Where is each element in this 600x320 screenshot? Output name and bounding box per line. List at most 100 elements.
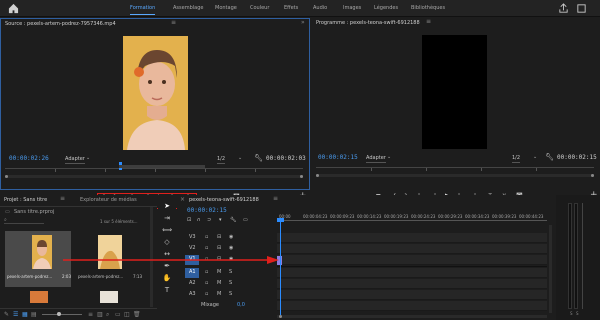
lock-icon[interactable]: ▫ [205,234,208,240]
timeline-horizontal-scrollbar[interactable] [277,315,547,318]
tab-audio[interactable]: Audio [313,5,327,11]
source-inout-range[interactable] [119,165,205,168]
tab-legendes[interactable]: Légendes [374,5,398,11]
captions-icon[interactable]: ▭ [243,217,248,223]
sort-icon[interactable]: ≡ [88,311,93,318]
wrench-icon[interactable]: 🔧︎ [545,153,554,161]
panel-menu-icon[interactable]: ≡ [171,19,176,26]
nest-icon[interactable]: ⊡ [187,217,191,223]
playhead[interactable] [280,220,281,316]
track-label: V2 [189,245,196,251]
wrench-icon[interactable]: 🔧︎ [230,217,236,223]
solo-label[interactable]: S [229,280,232,286]
tab-couleur[interactable]: Couleur [250,5,269,11]
track-lane[interactable] [277,301,547,311]
type-icon[interactable]: T [162,285,172,295]
source-time-ruler[interactable] [5,168,303,173]
track-lane[interactable] [277,233,547,243]
selection-tool-icon[interactable]: ➤ [162,201,172,211]
project-item-selected[interactable]: pexels-artem-podrez... 2:03 [5,231,71,287]
eye-icon[interactable]: ◉ [229,245,233,251]
program-time-ruler[interactable] [316,167,594,172]
new-bin-icon[interactable]: ▭ [115,311,121,318]
zoom-slider[interactable] [42,312,82,316]
track-lane[interactable] [277,244,547,254]
tab-formation[interactable]: Formation [130,5,156,15]
track-v2: V2 ▫ ⊟ ◉ [177,244,555,254]
chevron-down-icon: ⌄ [86,155,91,161]
mute-label[interactable]: M [217,280,221,286]
program-timecode-current[interactable]: 00:00:02:15 [318,154,358,161]
ripple-edit-icon[interactable]: ⟺ [162,225,172,235]
clip-thumbnail[interactable] [30,291,48,303]
tab-bibliotheques[interactable]: Bibliothèques [411,5,445,11]
panel-menu-icon[interactable]: ≡ [426,18,431,25]
solo-label[interactable]: S [229,269,232,275]
track-lane[interactable] [277,279,547,289]
track-lane[interactable] [277,268,547,278]
sequence-tab[interactable]: pexels-teona-swift-6912188 [189,197,259,203]
solo-label[interactable]: S [570,311,573,316]
tab-assemblage[interactable]: Assemblage [173,5,203,11]
sync-icon[interactable]: ⊟ [217,245,221,251]
search-input[interactable]: ⌕ [4,217,44,224]
close-icon[interactable]: × [180,196,185,203]
automate-icon[interactable]: ▥ [97,311,103,318]
solo-label[interactable]: S [576,311,579,316]
sync-icon[interactable]: ⊟ [217,234,221,240]
solo-label[interactable]: S [229,291,232,297]
pencil-icon[interactable]: ✎ [4,311,9,318]
program-fit-select[interactable]: Adapter [366,155,386,163]
linked-icon[interactable]: ⊃ [207,217,211,223]
timeline-vertical-scrollbar[interactable] [549,225,552,313]
tab-montage[interactable]: Montage [215,5,237,11]
panel-menu-icon[interactable]: ≡ [273,195,278,202]
panel-menu-icon[interactable]: ≡ [60,195,65,202]
lock-icon[interactable]: ▫ [205,269,208,275]
source-fit-select[interactable]: Adapter [65,156,85,164]
maximize-icon[interactable] [576,3,587,14]
razor-icon[interactable]: ◇ [162,237,172,247]
lock-icon[interactable]: ▫ [205,291,208,297]
clip-thumbnail[interactable] [100,291,118,303]
playhead-handle[interactable] [277,218,284,222]
source-timecode-current[interactable]: 00:00:02:26 [9,155,49,162]
mute-label[interactable]: M [217,291,221,297]
lock-icon[interactable]: ▫ [205,280,208,286]
freeform-view-icon[interactable]: ▤ [31,311,37,318]
trash-icon[interactable]: 🗑︎ [133,311,141,318]
find-icon[interactable]: ⌕ [106,311,109,319]
mute-label[interactable]: M [217,269,221,275]
hand-icon[interactable]: ✋ [162,273,172,283]
lock-icon[interactable]: ▫ [205,245,208,251]
list-view-icon[interactable]: ☰ [13,311,18,318]
clip-name: pexels-artem-podrez... [7,274,53,279]
export-icon[interactable] [558,3,569,14]
source-zoom-bar[interactable] [5,175,303,178]
icon-view-icon[interactable]: ▦ [22,311,28,318]
source-resolution-select[interactable]: 1/2 [217,156,226,164]
tab-effets[interactable]: Effets [284,5,298,11]
tab-project[interactable]: Projet : Sans titre [4,197,47,203]
eye-icon[interactable]: ◉ [229,234,233,240]
clip-name: pexels-artem-podrez... [78,274,124,279]
track-lane[interactable] [277,290,547,300]
program-resolution-select[interactable]: 1/2 [512,155,521,163]
timeline-timecode[interactable]: 00:00:02:15 [187,207,227,214]
marker-icon[interactable]: ▾ [219,217,222,223]
track-select-icon[interactable]: ⇥ [162,213,172,223]
mix-value[interactable]: 0,0 [237,302,245,308]
expand-panel-icon[interactable]: » [301,19,305,26]
program-zoom-bar[interactable] [316,174,594,177]
wrench-icon[interactable]: 🔧︎ [254,154,263,162]
selection-info: 1 sur 5 éléments... [100,219,138,224]
ruler-label: 00:00:09:23 [330,214,355,219]
ruler-label: 00:00:44:23 [519,214,544,219]
tab-media-browser[interactable]: Explorateur de médias [80,197,137,203]
tab-images[interactable]: Images [343,5,361,11]
home-icon[interactable] [8,3,19,14]
track-lane[interactable] [277,255,547,265]
snap-icon[interactable]: ∩ [197,217,201,223]
timeline-ruler[interactable] [277,220,547,221]
new-item-icon[interactable]: ◫ [124,311,130,318]
